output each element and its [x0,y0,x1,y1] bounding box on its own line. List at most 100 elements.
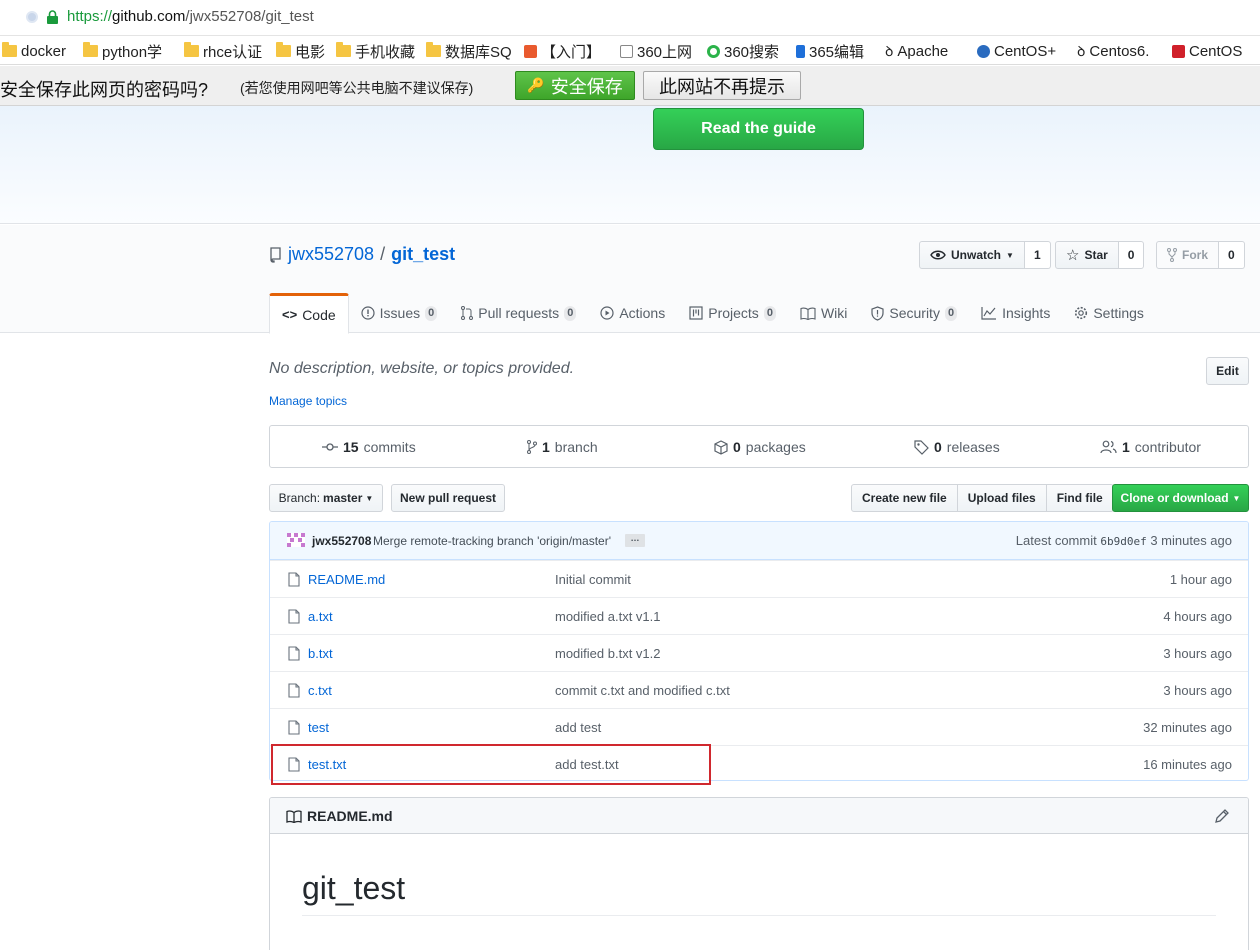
commit-author-link[interactable]: jwx552708 [312,534,371,548]
branch-summary[interactable]: 1 branch [527,439,598,455]
upload-files-button[interactable]: Upload files [956,484,1047,512]
security-counter: 0 [944,305,958,321]
bookmark-item[interactable]: 手机收藏 [336,41,415,61]
fork-group: Fork 0 [1156,241,1245,269]
fork-button[interactable]: Fork [1156,241,1220,269]
latest-commit-info: Latest commit 6b9d0ef 3 minutes ago [1015,533,1232,548]
browser-url-bar[interactable]: https://github.com/jwx552708/git_test [0,0,1260,36]
file-name-link[interactable]: test [308,720,329,735]
file-name-link[interactable]: b.txt [308,646,333,661]
tab-pull-requests[interactable]: Pull requests 0 [449,293,588,333]
repo-name-link[interactable]: git_test [391,244,455,265]
tab-settings[interactable]: Settings [1062,293,1156,333]
pull-requests-counter: 0 [564,305,577,321]
file-commit-message[interactable]: Initial commit [555,572,631,587]
file-name-link[interactable]: c.txt [308,683,332,698]
security-shield-icon [26,11,38,23]
bookmark-item[interactable]: 360搜索 [707,41,779,61]
commit-icon [322,443,338,451]
commits-summary[interactable]: 15 commits [322,439,416,455]
bookmark-item[interactable]: 电影 [276,41,325,61]
file-row: test add test 32 minutes ago [270,708,1248,745]
tab-code[interactable]: <> Code [269,293,349,334]
tab-wiki[interactable]: Wiki [788,293,859,333]
clone-or-download-button[interactable]: Clone or download ▼ [1112,484,1249,512]
bookmarks-bar: docker python学 rhce认证 电影 手机收藏 数据库SQ 【入门】… [0,36,1260,65]
save-password-button[interactable]: 🔑 安全保存 [515,71,635,100]
bookmark-item[interactable]: 数据库SQ [426,41,512,61]
find-file-button[interactable]: Find file [1045,484,1114,512]
repo-icon [270,246,281,263]
readme-file-label: README.md [307,808,393,824]
file-actions-group: Create new file Upload files Find file [851,484,1114,512]
file-commit-message[interactable]: modified a.txt v1.1 [555,609,661,624]
contributors-summary[interactable]: 1 contributor [1100,439,1201,455]
bookmark-item[interactable]: ꝺ Centos6. [1077,41,1149,61]
folder-icon [83,42,98,57]
annotation-highlight-box [271,744,711,785]
latest-commit-bar: jwx552708 Merge remote-tracking branch '… [270,522,1248,560]
url-text[interactable]: https://github.com/jwx552708/git_test [67,8,314,25]
file-row: a.txt modified a.txt v1.1 4 hours ago [270,597,1248,634]
file-name-link[interactable]: README.md [308,572,385,587]
bookmark-item[interactable]: ꝺ Apache [885,41,948,61]
unwatch-button[interactable]: Unwatch ▼ [919,241,1025,269]
file-commit-message[interactable]: modified b.txt v1.2 [555,646,661,661]
never-remind-button[interactable]: 此网站不再提示 [643,71,801,100]
site-icon [1172,44,1185,58]
bookmark-item[interactable]: 365编辑 [796,41,864,61]
key-icon: 🔑 [527,77,545,93]
gear-icon [1075,306,1088,320]
star-button[interactable]: ☆ Star [1055,241,1119,269]
tab-insights[interactable]: Insights [969,293,1062,333]
tab-projects[interactable]: Projects 0 [677,293,788,333]
watch-group: Unwatch ▼ 1 [919,241,1051,269]
chevron-down-icon: ▼ [1232,493,1241,503]
file-name-link[interactable]: a.txt [308,609,333,624]
star-icon: ☆ [1066,247,1080,264]
tab-issues[interactable]: Issues 0 [349,293,450,333]
file-age: 1 hour ago [1169,572,1232,587]
search-icon [707,44,720,58]
create-new-file-button[interactable]: Create new file [851,484,958,512]
commit-message-link[interactable]: Merge remote-tracking branch 'origin/mas… [373,534,611,548]
file-commit-message[interactable]: add test [555,720,601,735]
commit-time: 3 minutes ago [1150,533,1232,548]
tab-actions[interactable]: Actions [588,293,677,333]
releases-summary[interactable]: 0 releases [914,439,1000,455]
file-commit-message[interactable]: commit c.txt and modified c.txt [555,683,730,698]
avatar[interactable] [287,533,305,547]
tab-security[interactable]: Security 0 [859,293,969,333]
site-icon [524,44,537,58]
packages-summary[interactable]: 0 packages [714,439,806,455]
password-prompt-question: 安全保存此网页的密码吗? [0,80,209,100]
book-icon [286,809,302,823]
project-icon [689,306,703,320]
file-icon [288,683,300,698]
manage-topics-link[interactable]: Manage topics [269,394,347,408]
pencil-icon[interactable] [1214,808,1230,824]
bookmark-item[interactable]: 360上网 [620,41,692,61]
bookmark-item[interactable]: rhce认证 [184,41,262,61]
bookmark-item[interactable]: 【入门】 [524,41,601,61]
branch-select-button[interactable]: Branch: master ▼ [269,484,383,512]
file-row: b.txt modified b.txt v1.2 3 hours ago [270,634,1248,671]
bookmark-item[interactable]: docker [2,41,66,61]
watch-count[interactable]: 1 [1024,241,1051,269]
file-age: 3 hours ago [1163,646,1232,661]
edit-description-button[interactable]: Edit [1206,357,1249,385]
new-pull-request-button[interactable]: New pull request [391,484,505,512]
bookmark-item[interactable]: CentOS [1172,41,1242,61]
chevron-down-icon: ▼ [1006,250,1014,260]
bookmark-item[interactable]: CentOS+ [977,41,1056,61]
repo-owner-link[interactable]: jwx552708 [288,244,374,265]
commit-sha-link[interactable]: 6b9d0ef [1100,535,1146,548]
star-count[interactable]: 0 [1118,241,1145,269]
expand-commit-button[interactable]: … [625,534,645,547]
repo-separator: / [380,244,386,264]
pull-request-icon [461,306,474,320]
fork-count[interactable]: 0 [1219,241,1245,269]
bookmark-item[interactable]: python学 [83,41,162,61]
projects-counter: 0 [763,305,776,321]
read-guide-button[interactable]: Read the guide [653,108,864,150]
